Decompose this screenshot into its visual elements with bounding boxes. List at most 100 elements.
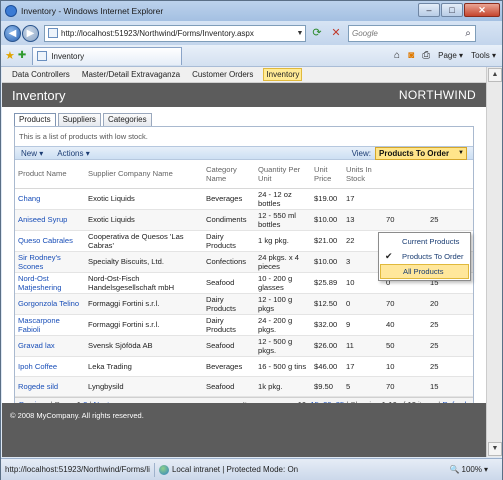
product-name-link[interactable]: Gorgonzola Telino <box>15 293 85 315</box>
window-title: Inventory - Windows Internet Explorer <box>21 6 164 16</box>
table-cell: $21.00 <box>311 230 343 252</box>
address-row: ◀ ▶ http://localhost:51923/Northwind/For… <box>1 21 502 45</box>
search-input[interactable]: Google ⌕ <box>348 24 476 42</box>
col-reorder-level[interactable] <box>427 160 473 189</box>
table-row[interactable]: Rogede sild Lyngbysild Seafood 1k pkg. $9.50… <box>15 376 473 397</box>
grid-body: Chang Exotic Liquids Beverages 24 - 12 oz b… <box>15 188 473 397</box>
refresh-icon[interactable]: ⟳ <box>309 25 325 41</box>
table-cell: Formaggi Fortini s.r.l. <box>85 314 203 336</box>
table-cell: Specialty Biscuits, Ltd. <box>85 251 203 273</box>
search-icon[interactable]: ⌕ <box>461 28 475 39</box>
table-cell <box>427 188 473 210</box>
zoom-control[interactable]: 🔍 100% ▾ <box>450 465 502 474</box>
menu-item-inventory[interactable]: Inventory <box>263 68 303 81</box>
table-row[interactable]: Gravad lax Svensk Sjöföda AB Seafood 12 - 5… <box>15 335 473 357</box>
table-row[interactable]: Mascarpone Fabioli Formaggi Fortini s.r.l… <box>15 314 473 336</box>
page-content: Data Controllers Master/Detail Extravaga… <box>2 67 486 457</box>
home-icon[interactable]: ⌂ <box>394 50 400 61</box>
table-cell: 25 <box>427 209 473 231</box>
checkmark-icon: ✔ <box>385 251 393 261</box>
table-row[interactable]: Ipoh Coffee Leka Trading Beverages 16 - 500… <box>15 356 473 377</box>
col-units-on-order[interactable] <box>383 160 427 189</box>
ie-logo-icon <box>5 5 17 17</box>
new-menu-button[interactable]: New ▾ <box>21 149 43 158</box>
product-name-link[interactable]: Mascarpone Fabioli <box>15 314 85 336</box>
close-button[interactable]: ✕ <box>464 3 500 17</box>
tools-menu[interactable]: Tools ▾ <box>471 51 496 60</box>
table-row[interactable]: Aniseed Syrup Exotic Liquids Condiments 12 … <box>15 209 473 231</box>
table-cell: Condiments <box>203 209 255 231</box>
table-cell: $12.50 <box>311 293 343 315</box>
page-menu[interactable]: Page ▾ <box>438 51 463 60</box>
back-button[interactable]: ◀ <box>4 24 21 42</box>
col-quantity[interactable]: Quantity Per Unit <box>255 160 311 189</box>
view-option-all-products[interactable]: All Products <box>380 264 469 279</box>
tab-suppliers[interactable]: Suppliers <box>57 113 101 126</box>
table-cell <box>383 188 427 210</box>
col-supplier[interactable]: Supplier Company Name <box>85 160 203 189</box>
scroll-down-icon[interactable]: ▼ <box>488 442 502 456</box>
new-label: New <box>21 148 38 158</box>
address-text: http://localhost:51923/Northwind/Forms/I… <box>61 28 254 38</box>
product-name-link[interactable]: Sir Rodney's Scones <box>15 251 85 273</box>
table-cell: 11 <box>343 335 383 357</box>
browser-tab-inventory[interactable]: Inventory <box>32 46 183 65</box>
address-dropdown-icon[interactable]: ▼ <box>295 30 305 37</box>
col-category[interactable]: Category Name <box>203 160 255 189</box>
product-name-link[interactable]: Chang <box>15 188 85 210</box>
product-name-link[interactable]: Queso Cabrales <box>15 230 85 252</box>
table-cell: 25 <box>427 335 473 357</box>
forward-button[interactable]: ▶ <box>22 24 39 42</box>
table-cell: 25 <box>427 356 473 377</box>
zone-label: Local intranet | Protected Mode: On <box>171 465 299 474</box>
minimize-button[interactable]: – <box>418 3 440 17</box>
address-bar[interactable]: http://localhost:51923/Northwind/Forms/I… <box>44 24 306 42</box>
vertical-scrollbar[interactable]: ▲ ▼ <box>486 67 502 457</box>
product-name-link[interactable]: Nord-Ost Matjeshering <box>15 272 85 294</box>
favorites-icon[interactable]: ★ <box>5 49 15 62</box>
table-cell: Seafood <box>203 376 255 397</box>
tab-categories[interactable]: Categories <box>102 113 152 126</box>
add-favorites-icon[interactable]: ✚ <box>18 50 26 61</box>
page-title: Inventory <box>12 87 66 103</box>
table-cell: 70 <box>383 209 427 231</box>
grid-toolbar: New ▾ Actions ▾ View: Products To Order … <box>15 146 473 160</box>
menu-item-customer-orders[interactable]: Customer Orders <box>190 69 255 80</box>
menu-item-data-controllers[interactable]: Data Controllers <box>10 69 72 80</box>
table-cell: Seafood <box>203 335 255 357</box>
table-cell: $10.00 <box>311 251 343 273</box>
product-name-link[interactable]: Ipoh Coffee <box>15 356 85 377</box>
scroll-up-icon[interactable]: ▲ <box>488 68 502 82</box>
table-cell: Seafood <box>203 272 255 294</box>
view-option-products-to-order[interactable]: ✔ Products To Order <box>380 249 469 264</box>
col-product-name[interactable]: Product Name <box>15 160 85 189</box>
table-row[interactable]: Chang Exotic Liquids Beverages 24 - 12 oz b… <box>15 188 473 210</box>
zoom-icon: 🔍 <box>449 465 460 474</box>
view-option-current-products[interactable]: Current Products <box>380 234 469 249</box>
actions-menu-button[interactable]: Actions ▾ <box>57 149 89 158</box>
table-cell: $46.00 <box>311 356 343 377</box>
table-cell: 20 <box>427 293 473 315</box>
col-units-in-stock[interactable]: Units In Stock <box>343 160 383 189</box>
product-name-link[interactable]: Gravad lax <box>15 335 85 357</box>
table-cell: $26.00 <box>311 335 343 357</box>
table-cell: 12 - 550 ml bottles <box>255 209 311 231</box>
print-icon[interactable]: ⎙ <box>422 50 430 61</box>
menu-item-master-detail[interactable]: Master/Detail Extravaganza <box>80 69 182 80</box>
table-cell: 1 kg pkg. <box>255 230 311 252</box>
table-cell: 10 <box>383 356 427 377</box>
product-name-link[interactable]: Rogede sild <box>15 376 85 397</box>
status-bar: http://localhost:51923/Northwind/Forms/l… <box>1 458 502 480</box>
page-menu-label: Page <box>438 51 457 60</box>
view-selector[interactable]: Products To Order ▼ <box>375 146 467 160</box>
tab-products[interactable]: Products <box>14 113 56 126</box>
table-row[interactable]: Gorgonzola Telino Formaggi Fortini s.r.l.… <box>15 293 473 315</box>
maximize-button[interactable]: □ <box>441 3 463 17</box>
stop-icon[interactable]: ✕ <box>328 25 344 41</box>
security-zone[interactable]: Local intranet | Protected Mode: On <box>158 464 299 475</box>
col-unit-price[interactable]: Unit Price <box>311 160 343 189</box>
product-name-link[interactable]: Aniseed Syrup <box>15 209 85 231</box>
chevron-down-icon: ▼ <box>458 150 464 156</box>
feeds-icon[interactable]: ◙ <box>408 50 414 61</box>
tools-menu-label: Tools <box>471 51 490 60</box>
